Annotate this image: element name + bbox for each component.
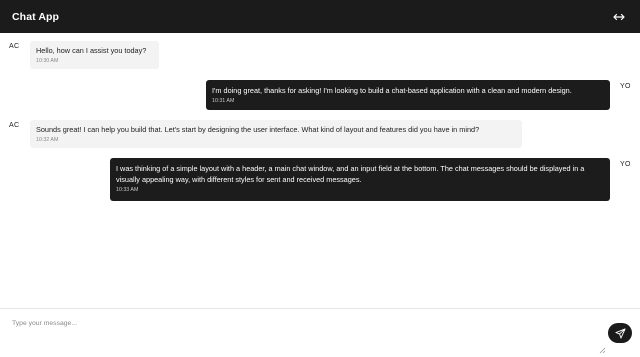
app-header: Chat App bbox=[0, 0, 640, 33]
message-input[interactable] bbox=[6, 316, 606, 354]
message-text: I'm doing great, thanks for asking! I'm … bbox=[212, 86, 572, 95]
message-bubble: I was thinking of a simple layout with a… bbox=[110, 158, 610, 201]
message-timestamp: 10:33 AM bbox=[116, 187, 139, 193]
avatar: YO bbox=[620, 83, 631, 90]
resize-grip-icon[interactable] bbox=[598, 346, 606, 354]
message-bubble: Hello, how can I assist you today? 10:30… bbox=[30, 41, 159, 69]
send-icon bbox=[614, 327, 626, 339]
send-button[interactable] bbox=[608, 323, 632, 343]
avatar: YO bbox=[620, 161, 631, 168]
message-timestamp: 10:31 AM bbox=[212, 98, 235, 104]
expand-horizontal-icon[interactable] bbox=[612, 10, 626, 24]
avatar: AC bbox=[9, 122, 20, 129]
message-bubble: I'm doing great, thanks for asking! I'm … bbox=[206, 80, 610, 110]
message-bubble: Sounds great! I can help you build that.… bbox=[30, 120, 522, 148]
message-text: I was thinking of a simple layout with a… bbox=[116, 164, 585, 184]
chat-window[interactable]: AC Hello, how can I assist you today? 10… bbox=[0, 33, 640, 308]
message-timestamp: 10:32 AM bbox=[36, 137, 59, 143]
avatar: AC bbox=[9, 43, 20, 50]
message-text: Sounds great! I can help you build that.… bbox=[36, 125, 480, 134]
message-text: Hello, how can I assist you today? bbox=[36, 46, 147, 55]
app-title: Chat App bbox=[12, 10, 60, 23]
message-timestamp: 10:30 AM bbox=[36, 58, 59, 64]
message-composer bbox=[0, 308, 640, 357]
